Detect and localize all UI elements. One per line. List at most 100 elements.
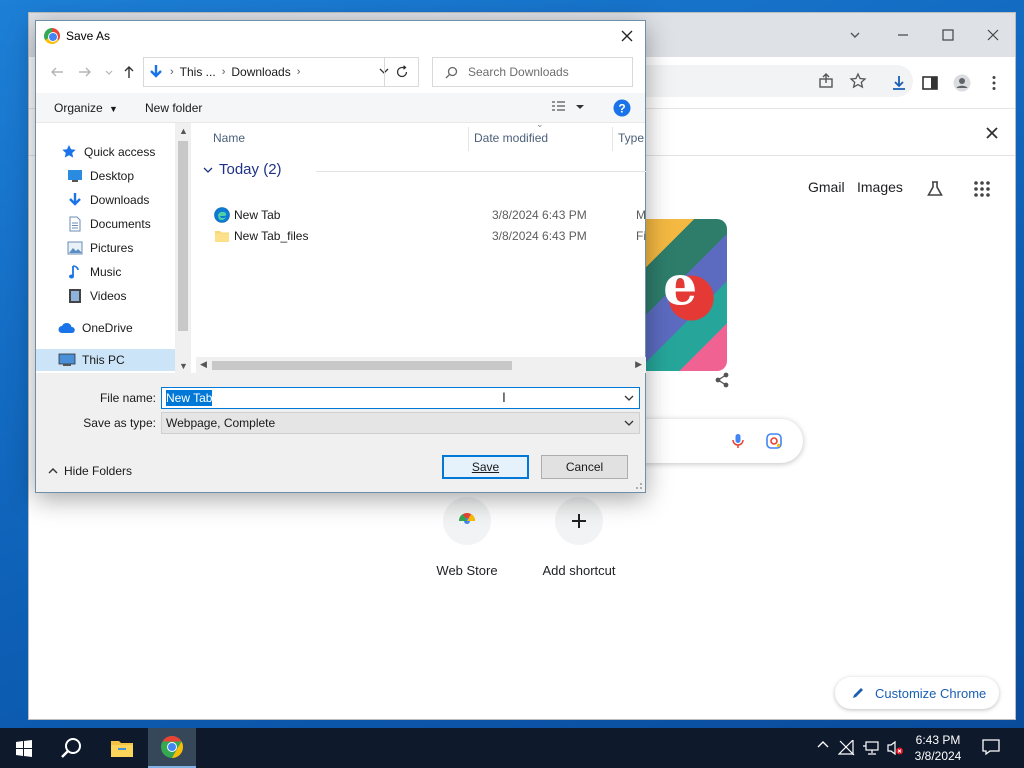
scroll-up-icon[interactable]: ▲ xyxy=(179,126,188,136)
start-button[interactable] xyxy=(0,728,48,768)
windows-logo-icon xyxy=(16,740,32,757)
chrome-taskbar-button[interactable] xyxy=(148,728,196,768)
nav-item-documents[interactable]: Documents 📌 xyxy=(36,213,191,235)
breadcrumb-downloads[interactable]: Downloads xyxy=(231,65,290,79)
save-type-label: Save as type: xyxy=(83,416,156,430)
group-header-today[interactable]: Today (2) xyxy=(202,161,282,178)
column-header-name[interactable]: Name xyxy=(213,131,245,145)
menu-kebab-icon[interactable] xyxy=(981,70,1007,96)
shortcut-label: Web Store xyxy=(436,563,498,578)
video-icon xyxy=(66,288,84,304)
cancel-button[interactable]: Cancel xyxy=(541,455,628,479)
file-name-field[interactable]: New Tab I xyxy=(161,387,640,409)
taskbar-search-button[interactable] xyxy=(48,728,96,768)
nav-item-pictures[interactable]: Pictures 📌 xyxy=(36,237,191,259)
up-arrow-icon[interactable] xyxy=(120,63,138,81)
file-row[interactable]: New Tab_files 3/8/2024 6:43 PM File fo xyxy=(214,226,646,246)
save-type-select[interactable]: Webpage, Complete xyxy=(161,412,640,434)
search-downloads-field[interactable] xyxy=(432,57,633,87)
apps-grid-icon[interactable] xyxy=(969,176,995,202)
nav-item-downloads[interactable]: Downloads 📌 xyxy=(36,189,191,211)
file-explorer-button[interactable] xyxy=(98,728,146,768)
nav-item-videos[interactable]: Videos xyxy=(36,285,191,307)
bookmark-star-icon[interactable] xyxy=(845,68,871,94)
nav-label: Pictures xyxy=(90,241,134,255)
customize-chrome-button[interactable]: Customize Chrome xyxy=(835,677,999,709)
file-list-scrollbar[interactable]: ◀ ▶ xyxy=(196,357,646,373)
folder-icon xyxy=(215,231,229,242)
forward-arrow-icon[interactable] xyxy=(76,63,94,81)
file-row[interactable]: New Tab 3/8/2024 6:43 PM Micro xyxy=(214,205,646,225)
cloud-icon xyxy=(58,320,76,336)
dialog-titlebar: Save As xyxy=(36,21,645,51)
nav-label: This PC xyxy=(82,353,125,367)
save-label: Save xyxy=(471,460,500,474)
new-folder-button[interactable]: New folder xyxy=(145,101,202,115)
search-icon xyxy=(445,66,458,78)
tab-search-icon[interactable] xyxy=(841,23,869,47)
help-icon[interactable]: ? xyxy=(613,99,631,120)
file-name-value[interactable]: New Tab xyxy=(166,390,213,406)
column-divider[interactable] xyxy=(468,127,469,151)
dialog-close-icon[interactable] xyxy=(615,25,639,47)
chrome-icon xyxy=(161,736,183,758)
shortcut-add[interactable]: Add shortcut xyxy=(529,497,629,578)
nav-item-quick-access[interactable]: Quick access xyxy=(36,141,191,163)
minimize-icon[interactable] xyxy=(889,23,917,47)
address-bar[interactable] xyxy=(629,65,913,97)
share-icon[interactable] xyxy=(813,68,839,94)
profile-icon[interactable] xyxy=(949,70,975,96)
refresh-icon[interactable] xyxy=(384,58,418,86)
file-list: Name Date modified ⌄ Type Today (2) New … xyxy=(196,123,646,373)
network-disconnected-icon[interactable] xyxy=(837,738,856,759)
search-input[interactable] xyxy=(466,64,626,80)
column-header-date[interactable]: Date modified xyxy=(474,131,548,145)
scroll-left-icon[interactable]: ◀ xyxy=(200,359,207,370)
save-button[interactable]: Save xyxy=(442,455,529,479)
column-header-type[interactable]: Type xyxy=(618,131,644,145)
notifications-icon[interactable] xyxy=(982,738,1000,759)
lens-search-icon[interactable] xyxy=(761,428,787,454)
recent-locations-icon[interactable] xyxy=(100,63,118,81)
show-hidden-icons-icon[interactable] xyxy=(816,738,830,755)
doodle-share-icon[interactable] xyxy=(709,367,735,393)
address-breadcrumb[interactable]: › This ... › Downloads › xyxy=(143,57,419,87)
system-clock[interactable]: 6:43 PM 3/8/2024 xyxy=(900,732,976,764)
hide-folders-button[interactable]: Hide Folders xyxy=(48,464,132,478)
nav-item-onedrive[interactable]: OneDrive xyxy=(36,317,191,339)
scroll-thumb[interactable] xyxy=(212,361,512,370)
chevron-down-icon[interactable] xyxy=(623,392,635,407)
nav-item-desktop[interactable]: Desktop 📌 xyxy=(36,165,191,187)
labs-flask-icon[interactable] xyxy=(922,176,948,202)
view-options-icon[interactable] xyxy=(550,99,584,118)
nav-label: Downloads xyxy=(90,193,150,207)
shortcut-web-store[interactable]: Web Store xyxy=(417,497,517,578)
chevron-down-icon[interactable] xyxy=(623,417,635,432)
window-close-icon[interactable] xyxy=(979,23,1007,47)
gmail-link[interactable]: Gmail xyxy=(808,179,845,199)
chevron-down-icon xyxy=(203,167,213,173)
download-bar-close-icon[interactable] xyxy=(979,120,1005,146)
scroll-right-icon[interactable]: ▶ xyxy=(635,359,642,370)
side-panel-icon[interactable] xyxy=(917,70,943,96)
voice-search-icon[interactable] xyxy=(725,428,751,454)
nav-item-this-pc[interactable]: This PC xyxy=(36,349,191,371)
dialog-title: Save As xyxy=(66,29,111,43)
back-arrow-icon[interactable] xyxy=(48,63,66,81)
resize-grip-icon[interactable] xyxy=(633,480,643,490)
file-name: New Tab_files xyxy=(234,229,309,243)
downloads-icon[interactable] xyxy=(886,70,912,96)
scroll-down-icon[interactable]: ▼ xyxy=(179,361,188,371)
maximize-icon[interactable] xyxy=(934,23,962,47)
breadcrumb-this-pc[interactable]: This ... xyxy=(180,65,216,79)
organize-label: Organize xyxy=(54,101,103,115)
organize-menu[interactable]: Organize ▼ xyxy=(54,101,118,115)
column-divider[interactable] xyxy=(612,127,613,151)
nav-pane-scrollbar[interactable]: ▲ ▼ xyxy=(175,123,191,373)
chrome-logo-icon xyxy=(44,28,60,44)
images-link[interactable]: Images xyxy=(857,179,903,199)
download-icon xyxy=(150,65,162,78)
network-icon[interactable] xyxy=(862,740,880,759)
scroll-thumb[interactable] xyxy=(178,141,188,331)
nav-item-music[interactable]: Music xyxy=(36,261,191,283)
